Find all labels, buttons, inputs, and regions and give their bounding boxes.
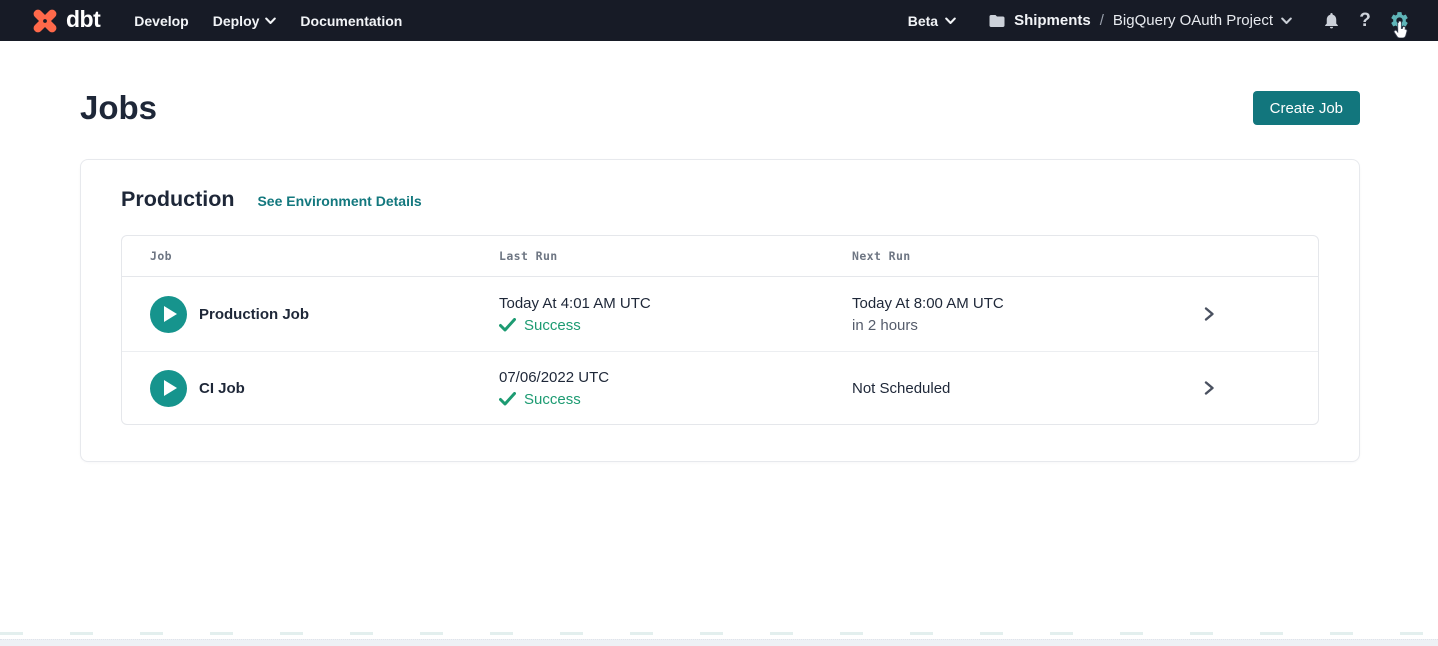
next-run-time: Today At 8:00 AM UTC <box>852 294 1100 313</box>
check-icon <box>499 318 516 332</box>
top-navbar: dbt Develop Deploy Documentation Beta Sh… <box>0 0 1438 41</box>
primary-nav: Develop Deploy Documentation <box>134 13 402 29</box>
column-header-last-run: Last Run <box>499 249 852 263</box>
jobs-table: Job Last Run Next Run Production Job Tod… <box>121 235 1319 425</box>
column-header-next-run: Next Run <box>852 249 1100 263</box>
play-icon <box>164 306 177 322</box>
last-run-cell: 07/06/2022 UTC Success <box>499 368 852 409</box>
dbt-logo[interactable]: dbt <box>30 6 100 36</box>
next-run-cell: Not Scheduled <box>852 379 1100 398</box>
settings-button[interactable] <box>1386 8 1412 34</box>
see-environment-details-link[interactable]: See Environment Details <box>257 193 421 209</box>
chevron-right-icon[interactable] <box>1202 380 1216 396</box>
nav-item-develop[interactable]: Develop <box>134 13 188 29</box>
nav-item-label: Deploy <box>213 13 260 29</box>
job-row-ci-job[interactable]: CI Job 07/06/2022 UTC Success Not Schedu… <box>122 351 1318 424</box>
breadcrumb-account[interactable]: Shipments <box>1014 12 1091 29</box>
main-content: Jobs Create Job Production See Environme… <box>0 90 1438 462</box>
last-run-status: Success <box>499 316 852 335</box>
environment-card: Production See Environment Details Job L… <box>80 159 1360 462</box>
notifications-button[interactable] <box>1318 8 1344 34</box>
chevron-down-icon <box>1281 17 1292 25</box>
create-job-button[interactable]: Create Job <box>1253 91 1360 125</box>
bell-icon <box>1322 11 1341 30</box>
page-header: Jobs Create Job <box>0 90 1438 126</box>
run-job-button[interactable] <box>150 296 187 333</box>
beta-label: Beta <box>908 13 938 29</box>
next-run-time: Not Scheduled <box>852 379 1100 398</box>
job-row-production-job[interactable]: Production Job Today At 4:01 AM UTC Succ… <box>122 277 1318 351</box>
column-header-job: Job <box>122 249 499 263</box>
play-icon <box>164 380 177 396</box>
last-run-status: Success <box>499 390 852 409</box>
page-title: Jobs <box>80 90 157 126</box>
navbar-right: Beta Shipments / BigQuery OAuth Project <box>908 8 1412 34</box>
last-run-time: Today At 4:01 AM UTC <box>499 294 852 313</box>
help-button[interactable]: ? <box>1352 8 1378 34</box>
status-text: Success <box>524 390 581 409</box>
job-cell: CI Job <box>122 370 499 407</box>
beta-dropdown[interactable]: Beta <box>908 13 956 29</box>
check-icon <box>499 392 516 406</box>
job-name: Production Job <box>199 306 309 323</box>
breadcrumb-project-dropdown[interactable]: BigQuery OAuth Project <box>1113 12 1292 29</box>
run-job-button[interactable] <box>150 370 187 407</box>
nav-item-documentation[interactable]: Documentation <box>300 13 402 29</box>
chevron-right-icon[interactable] <box>1202 306 1216 322</box>
chevron-down-icon <box>945 17 956 25</box>
next-run-cell: Today At 8:00 AM UTC in 2 hours <box>852 294 1100 335</box>
folder-icon <box>988 12 1006 30</box>
gear-icon <box>1389 10 1410 31</box>
dbt-logo-icon <box>30 6 60 36</box>
last-run-cell: Today At 4:01 AM UTC Success <box>499 294 852 335</box>
nav-item-deploy[interactable]: Deploy <box>213 13 277 29</box>
bottom-dashed-divider <box>0 632 1438 635</box>
status-text: Success <box>524 316 581 335</box>
nav-item-label: Develop <box>134 13 188 29</box>
jobs-table-header: Job Last Run Next Run <box>122 236 1318 277</box>
nav-item-label: Documentation <box>300 13 402 29</box>
breadcrumb-separator: / <box>1100 12 1104 29</box>
chevron-down-icon <box>265 17 276 25</box>
bottom-edge-bar <box>0 639 1438 646</box>
environment-header: Production See Environment Details <box>121 187 1319 212</box>
next-run-note: in 2 hours <box>852 316 1100 335</box>
breadcrumb-project-label: BigQuery OAuth Project <box>1113 12 1273 29</box>
last-run-time: 07/06/2022 UTC <box>499 368 852 387</box>
row-actions-cell <box>1100 380 1318 396</box>
job-name: CI Job <box>199 380 245 397</box>
breadcrumb: Shipments / BigQuery OAuth Project <box>988 12 1292 30</box>
job-cell: Production Job <box>122 296 499 333</box>
question-mark-icon: ? <box>1359 11 1371 30</box>
row-actions-cell <box>1100 306 1318 322</box>
environment-name: Production <box>121 187 234 212</box>
brand-text: dbt <box>66 8 100 34</box>
